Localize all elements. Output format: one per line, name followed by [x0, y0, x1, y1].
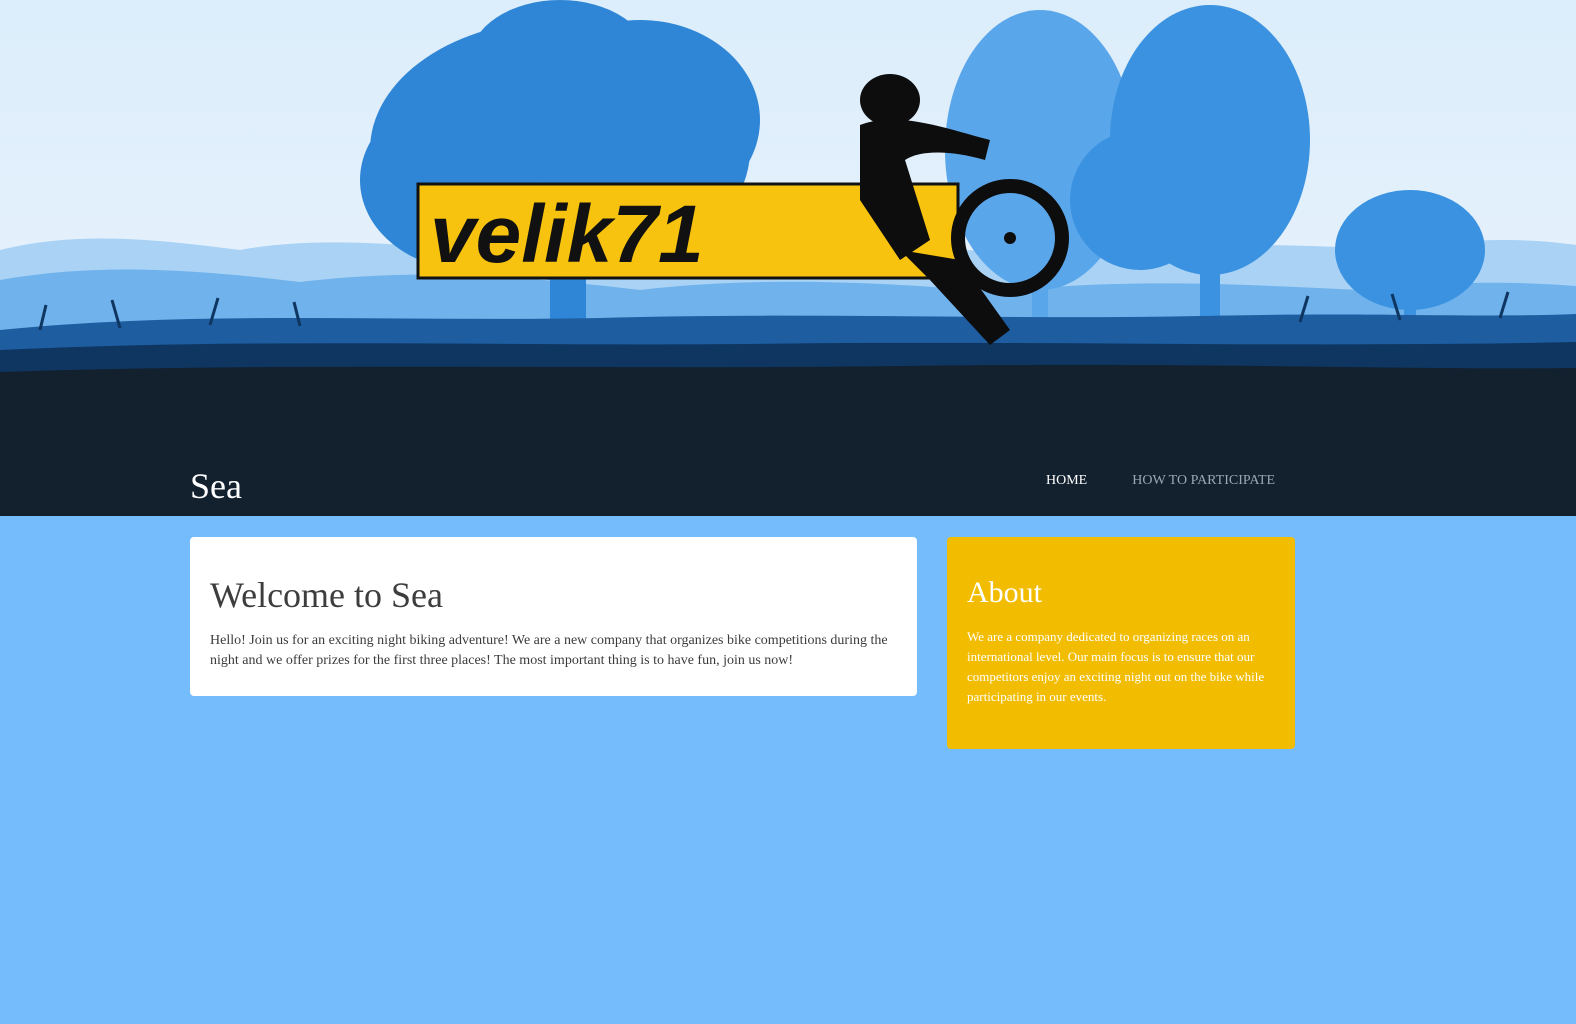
- nav-how-to-participate-link[interactable]: HOW TO PARTICIPATE: [1132, 472, 1275, 492]
- about-heading: About: [967, 576, 1042, 609]
- logo-text: velik71: [430, 189, 704, 280]
- welcome-panel: Welcome to Sea Hello! Join us for an exc…: [190, 537, 917, 696]
- main-nav: HOME HOW TO PARTICIPATE: [1046, 472, 1275, 492]
- welcome-text: Hello! Join us for an exciting night bik…: [210, 633, 888, 668]
- welcome-heading: Welcome to Sea: [210, 575, 444, 615]
- header-banner-image: velik71: [0, 0, 1576, 420]
- nav-home-link[interactable]: HOME: [1046, 472, 1087, 492]
- about-text: We are a company dedicated to organizing…: [967, 629, 1265, 704]
- site-header: velik71 Sea HOME HOW TO PARTICIPATE: [0, 0, 1576, 516]
- site-title[interactable]: Sea: [190, 462, 242, 510]
- about-panel: About We are a company dedicated to orga…: [947, 537, 1295, 749]
